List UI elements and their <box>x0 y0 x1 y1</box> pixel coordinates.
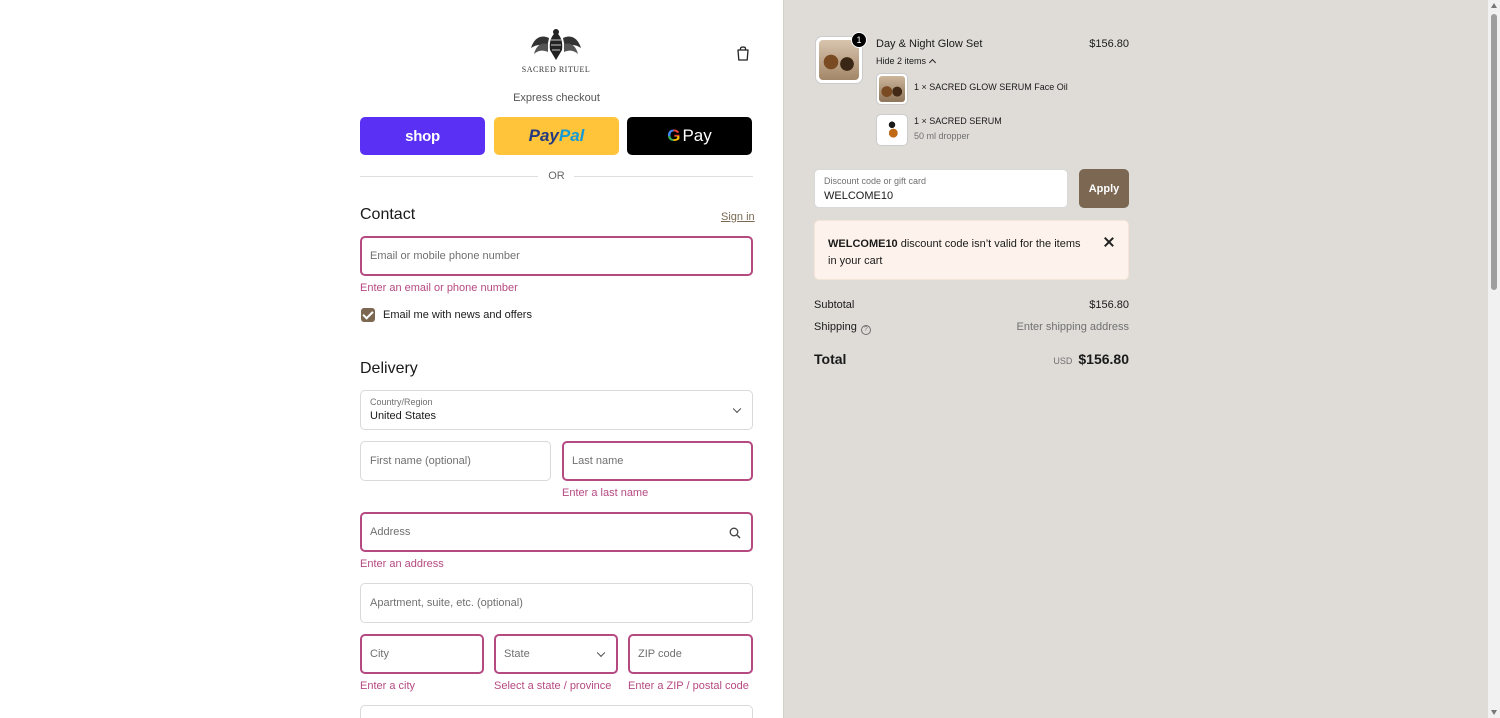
google-pay-label: Pay <box>682 126 712 145</box>
phone-field[interactable] <box>360 705 753 718</box>
chevron-down-icon <box>732 404 742 414</box>
or-divider: OR <box>360 170 753 184</box>
email-error: Enter an email or phone number <box>360 282 518 294</box>
sub-item-thumbnail <box>876 114 908 146</box>
apartment-placeholder: Apartment, suite, etc. (optional) <box>370 597 523 609</box>
discount-value: WELCOME10 <box>824 190 894 202</box>
subtotal-row: Subtotal $156.80 <box>814 299 1129 311</box>
brand-name: SACRED RITUEL <box>521 65 591 74</box>
scrollbar-thumb[interactable] <box>1491 14 1497 290</box>
checkout-form-panel: SACRED RITUEL Express checkout shop Pay P… <box>0 0 783 718</box>
city-error: Enter a city <box>360 680 416 692</box>
last-name-field[interactable]: Last name <box>562 441 753 481</box>
address-placeholder: Address <box>370 526 411 538</box>
apply-discount-button[interactable]: Apply <box>1079 169 1129 208</box>
shop-pay-button[interactable]: shop <box>360 117 485 155</box>
currency-code: USD <box>1053 356 1073 366</box>
divider-line-right <box>574 176 753 177</box>
sub-item-name: 1 × SACRED SERUM <box>914 116 1002 126</box>
contact-title: Contact <box>360 206 416 223</box>
close-icon[interactable] <box>1102 235 1116 249</box>
paypal-label-pay: Pay <box>528 126 559 145</box>
country-select[interactable]: Country/Region United States <box>360 390 753 430</box>
subtotal-value: $156.80 <box>1089 299 1129 311</box>
alert-code: WELCOME10 <box>828 238 898 250</box>
chevron-down-icon <box>596 648 606 658</box>
state-placeholder: State <box>504 648 530 660</box>
last-name-placeholder: Last name <box>572 455 624 467</box>
zip-error: Enter a ZIP / postal code <box>628 680 749 692</box>
subtotal-label: Subtotal <box>814 299 855 311</box>
product-price: $156.80 <box>1089 38 1129 50</box>
address-field[interactable]: Address <box>360 512 753 552</box>
paypal-label-pal: Pal <box>558 126 585 145</box>
search-icon <box>729 527 741 539</box>
first-name-placeholder: First name (optional) <box>370 455 471 467</box>
email-field[interactable]: Email or mobile phone number <box>360 236 753 276</box>
newsletter-checkbox[interactable] <box>361 308 375 322</box>
first-name-field[interactable]: First name (optional) <box>360 441 551 481</box>
apartment-field[interactable]: Apartment, suite, etc. (optional) <box>360 583 753 623</box>
cart-icon[interactable] <box>734 44 752 62</box>
sub-item-thumbnail <box>876 73 908 105</box>
page-scrollbar[interactable] <box>1488 0 1500 718</box>
discount-code-input[interactable]: Discount code or gift card WELCOME10 <box>814 169 1068 208</box>
delivery-title: Delivery <box>360 360 418 377</box>
help-icon[interactable]: ? <box>860 325 871 335</box>
express-checkout-title: Express checkout <box>513 92 600 104</box>
brand-logo[interactable]: SACRED RITUEL <box>520 28 592 78</box>
google-g-icon: G <box>667 126 681 145</box>
product-name: Day & Night Glow Set <box>876 38 983 50</box>
country-value: United States <box>370 410 437 422</box>
scroll-down-arrow-icon[interactable] <box>1491 710 1497 715</box>
scroll-up-arrow-icon[interactable] <box>1491 3 1497 8</box>
google-pay-button[interactable]: G Pay <box>627 117 752 155</box>
hide-items-label: Hide 2 items <box>876 56 927 66</box>
alert-message: WELCOME10 discount code isn’t valid for … <box>828 236 1083 270</box>
zip-field[interactable]: ZIP code <box>628 634 753 674</box>
last-name-error: Enter a last name <box>562 487 649 499</box>
discount-error-alert: WELCOME10 discount code isn’t valid for … <box>814 220 1129 280</box>
sub-item-name: 1 × SACRED GLOW SERUM Face Oil <box>914 82 1068 92</box>
state-select[interactable]: State <box>494 634 618 674</box>
city-placeholder: City <box>370 648 389 660</box>
shop-pay-label: shop <box>405 127 440 145</box>
chevron-up-icon <box>928 58 937 67</box>
shipping-row: Shipping? Enter shipping address <box>814 321 1129 335</box>
scarab-logo-icon <box>531 29 581 60</box>
state-error: Select a state / province <box>494 680 612 692</box>
email-placeholder: Email or mobile phone number <box>370 250 520 262</box>
country-label: Country/Region <box>370 397 433 407</box>
total-label: Total <box>814 351 847 367</box>
total-value: $156.80 <box>1078 351 1129 367</box>
discount-label: Discount code or gift card <box>824 176 927 186</box>
total-row: Total USD $156.80 <box>814 351 1129 369</box>
quantity-badge: 1 <box>851 32 867 48</box>
shipping-value: Enter shipping address <box>1016 321 1129 333</box>
shipping-label: Shipping <box>814 321 857 333</box>
newsletter-label[interactable]: Email me with news and offers <box>383 309 532 321</box>
hide-items-toggle[interactable]: Hide 2 items <box>876 56 937 67</box>
sub-item-variant: 50 ml dropper <box>914 131 970 141</box>
sign-in-link[interactable]: Sign in <box>721 211 755 223</box>
paypal-button[interactable]: Pay Pal <box>494 117 619 155</box>
address-error: Enter an address <box>360 558 444 570</box>
zip-placeholder: ZIP code <box>638 648 682 660</box>
city-field[interactable]: City <box>360 634 484 674</box>
